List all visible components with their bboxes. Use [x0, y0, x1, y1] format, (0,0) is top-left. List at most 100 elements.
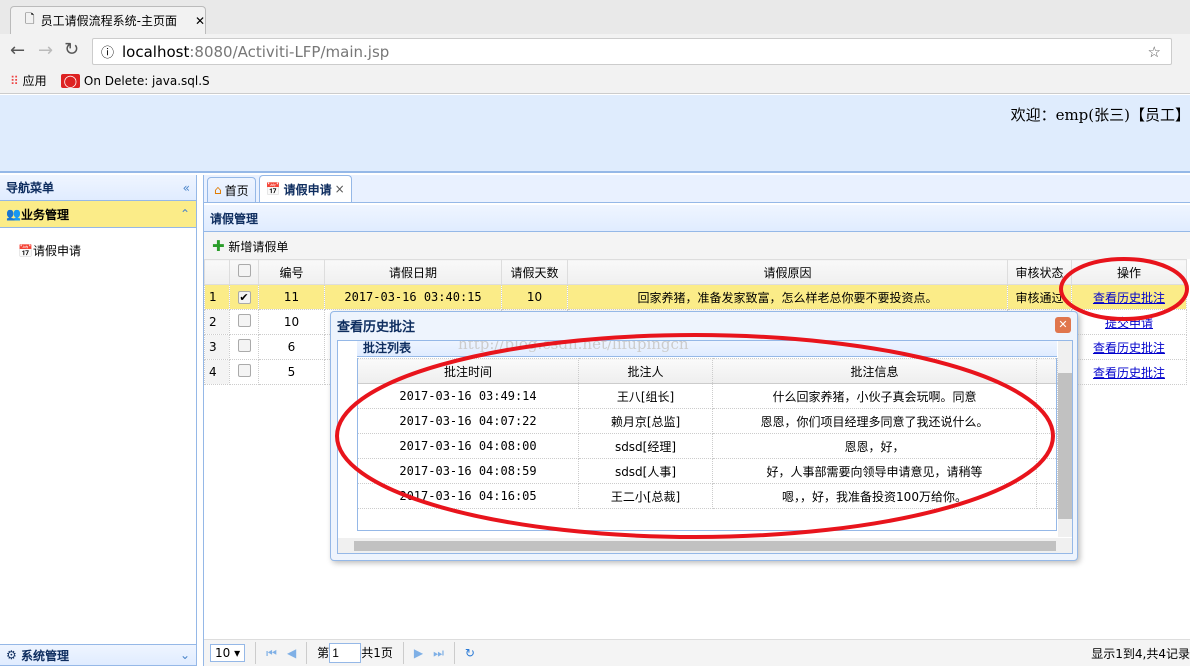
- column-header[interactable]: 编号: [258, 259, 325, 285]
- chevron-up-icon[interactable]: ⌃: [180, 207, 190, 221]
- cell-id: 5: [258, 359, 325, 385]
- table-row[interactable]: 1 ✔ 11 2017-03-16 03:40:15 10 回家养猪，准备发家致富，怎么样…: [204, 284, 1187, 310]
- accordion-label: 系统管理: [20, 648, 69, 663]
- tab-title: 员工请假流程系统-主页面: [40, 14, 177, 28]
- oracle-icon: ◯: [60, 73, 81, 88]
- close-tab-icon[interactable]: ×: [335, 182, 345, 196]
- pager-summary: 显示1到4,共4记录: [1091, 646, 1190, 661]
- action-cell[interactable]: 提交申请: [1071, 309, 1187, 335]
- page-label: 第: [317, 646, 330, 660]
- cell-reason: 回家养猪，准备发家致富，怎么样老总你要不要投资点。: [567, 284, 1008, 310]
- accordion-label: 业务管理: [20, 207, 69, 222]
- page-size-value: 10: [215, 646, 231, 660]
- accordion-system[interactable]: ⚙ 系统管理 ⌄: [0, 644, 196, 666]
- table-header: 编号 请假日期 请假天数 请假原因 审核状态 操作: [204, 259, 1187, 285]
- dialog-title-bar: 查看历史批注 ✕: [331, 312, 1077, 338]
- browser-tab[interactable]: 🗋 员工请假流程系统-主页面 ✕: [10, 6, 206, 34]
- reload-icon[interactable]: ↻: [64, 39, 79, 60]
- browser-tabstrip: 🗋 员工请假流程系统-主页面 ✕: [0, 0, 1190, 34]
- cell-date: 2017-03-16 03:40:15: [324, 284, 502, 310]
- row-number: 1: [204, 284, 230, 310]
- column-header[interactable]: 审核状态: [1007, 259, 1072, 285]
- home-icon: ⌂: [214, 183, 222, 197]
- action-cell[interactable]: 查看历史批注: [1071, 334, 1187, 360]
- tab-home[interactable]: ⌂ 首页: [207, 177, 256, 202]
- sidebar-title-text: 导航菜单: [6, 181, 55, 195]
- column-header[interactable]: 请假天数: [501, 259, 568, 285]
- row-number: 2: [204, 309, 230, 335]
- url-input[interactable]: ⓘ localhost:8080/Activiti-LFP/main.jsp ☆: [92, 38, 1172, 65]
- row-number: 3: [204, 334, 230, 360]
- cell-id: 6: [258, 334, 325, 360]
- info-icon: ⓘ: [101, 46, 115, 61]
- add-button[interactable]: ✚ 新增请假单: [212, 237, 288, 255]
- next-page-icon[interactable]: ▶: [414, 646, 423, 660]
- dialog-title: 查看历史批注: [337, 319, 416, 335]
- cell-status: 审核通过: [1007, 284, 1072, 310]
- bookmark-apps[interactable]: ⠿ 应用: [10, 72, 47, 89]
- cell-days: 10: [501, 284, 568, 310]
- dialog-body: 批注列表 http://blog.csdn.net/lifupingcn 批注时…: [337, 340, 1073, 554]
- action-link[interactable]: 查看历史批注: [1093, 291, 1165, 305]
- horizontal-scrollbar[interactable]: [338, 538, 1072, 553]
- action-link[interactable]: 提交申请: [1105, 316, 1153, 330]
- accordion-business[interactable]: 👥 业务管理 ⌃: [0, 201, 196, 228]
- last-page-icon[interactable]: ⏭: [433, 646, 444, 661]
- forward-icon[interactable]: →: [38, 40, 53, 61]
- sidebar: 导航菜单 « 👥 业务管理 ⌃ 📅请假申请 ⚙ 系统管理 ⌄: [0, 175, 197, 666]
- gear-icon: ⚙: [6, 648, 17, 662]
- action-link[interactable]: 查看历史批注: [1093, 366, 1165, 380]
- tab-leave-request[interactable]: 📅 请假申请 ×: [258, 175, 352, 202]
- chevron-down-icon[interactable]: ⌄: [180, 648, 190, 662]
- plus-icon: ✚: [212, 236, 225, 255]
- tab-bar: ⌂ 首页 📅 请假申请 ×: [204, 175, 1190, 203]
- column-header[interactable]: 操作: [1071, 259, 1187, 285]
- tab-label: 请假申请: [283, 182, 332, 197]
- row-checkbox[interactable]: [229, 359, 259, 385]
- sidebar-title: 导航菜单 «: [0, 175, 196, 201]
- action-cell[interactable]: 查看历史批注: [1071, 359, 1187, 385]
- collapse-icon[interactable]: «: [183, 181, 190, 195]
- toolbar: ✚ 新增请假单: [204, 232, 1190, 259]
- url-path: :8080/Activiti-LFP/main.jsp: [189, 42, 390, 61]
- welcome-text: 欢迎：emp(张三)【员工】: [1010, 106, 1190, 124]
- page-size-select[interactable]: 10 ▾: [210, 644, 246, 662]
- calendar-icon: 📅: [265, 182, 281, 196]
- panel-title: 请假管理: [204, 203, 1190, 232]
- refresh-icon[interactable]: ↻: [465, 646, 475, 660]
- add-button-label: 新增请假单: [228, 239, 289, 254]
- row-number: 4: [204, 359, 230, 385]
- apps-icon: ⠿: [10, 74, 19, 88]
- row-checkbox[interactable]: ✔: [229, 284, 259, 310]
- calendar-icon: 📅: [18, 244, 33, 258]
- watermark: http://blog.csdn.net/lifupingcn: [458, 340, 689, 353]
- close-tab-icon[interactable]: ✕: [195, 14, 205, 28]
- row-checkbox[interactable]: [229, 309, 259, 335]
- total-pages: 共1页: [361, 646, 393, 660]
- bookmark-label: On Delete: java.sql.S: [83, 73, 210, 88]
- column-header[interactable]: 请假原因: [567, 259, 1008, 285]
- column-header[interactable]: 请假日期: [324, 259, 502, 285]
- url-host: localhost: [122, 42, 190, 61]
- users-icon: 👥: [6, 207, 21, 221]
- close-icon[interactable]: ✕: [1055, 317, 1071, 333]
- back-icon[interactable]: ←: [10, 40, 25, 61]
- page-input[interactable]: [329, 643, 362, 663]
- cell-id: 10: [258, 309, 325, 335]
- select-all-checkbox[interactable]: [229, 259, 259, 285]
- cell-id: 11: [258, 284, 325, 310]
- action-cell[interactable]: 查看历史批注: [1071, 284, 1187, 310]
- sidebar-item-label: 请假申请: [32, 244, 81, 258]
- row-checkbox[interactable]: [229, 334, 259, 360]
- bookmark-item[interactable]: ◯ On Delete: java.sql.S: [60, 73, 210, 88]
- bookmarks-bar: ⠿ 应用 ◯ On Delete: java.sql.S: [0, 68, 1190, 94]
- sidebar-item-leave-request[interactable]: 📅请假申请: [0, 228, 196, 273]
- star-icon[interactable]: ☆: [1148, 43, 1161, 61]
- prev-page-icon[interactable]: ◀: [287, 646, 296, 660]
- history-dialog: 查看历史批注 ✕ 批注列表 http://blog.csdn.net/lifupi…: [330, 311, 1078, 561]
- action-link[interactable]: 查看历史批注: [1093, 341, 1165, 355]
- vertical-scrollbar[interactable]: [1058, 341, 1072, 537]
- first-page-icon[interactable]: ⏮: [266, 646, 277, 661]
- tab-label: 首页: [224, 183, 249, 198]
- bookmark-label: 应用: [22, 74, 47, 88]
